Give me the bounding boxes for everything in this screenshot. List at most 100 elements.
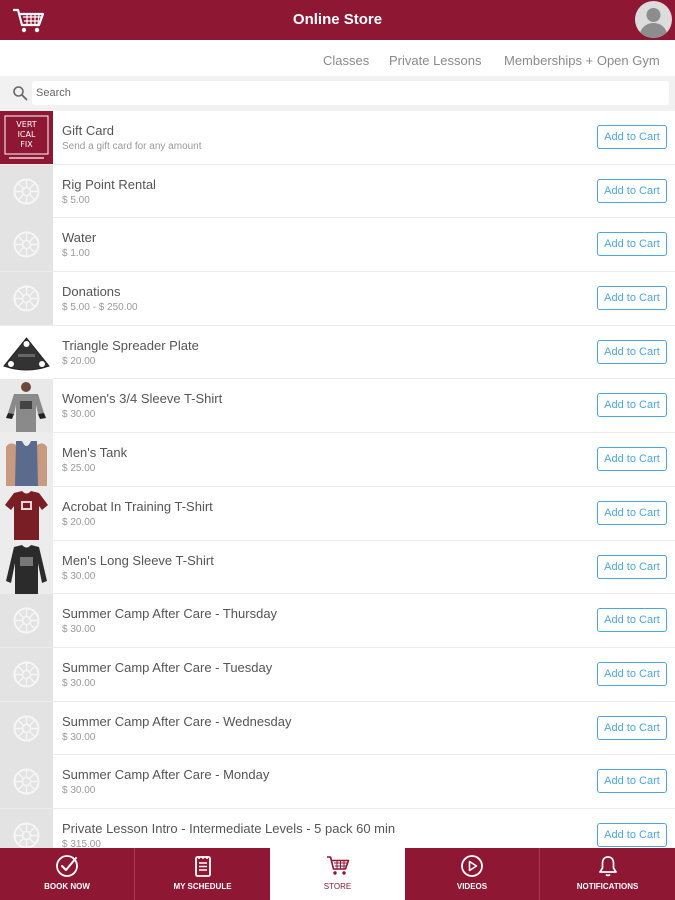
add-to-cart-button[interactable]: Add to Cart — [597, 661, 667, 686]
list-item: Summer Camp After Care - Thursday $ 30.0… — [0, 594, 675, 648]
product-thumbnail — [0, 647, 53, 701]
app-header: Online Store — [0, 0, 675, 40]
page-title: Online Store — [292, 11, 383, 28]
add-to-cart-button[interactable]: Add to Cart — [597, 608, 667, 633]
product-price: $ 5.00 - $ 250.00 — [62, 302, 138, 314]
list-item: Men's Long Sleeve T-Shirt $ 30.00 Add to… — [0, 540, 675, 595]
nav-label: BOOK NOW — [44, 882, 90, 891]
product-thumbnail — [0, 808, 53, 848]
product-price: $ 20.00 — [62, 516, 96, 528]
product-price: $ 1.00 — [62, 248, 90, 260]
product-thumbnail: VERT ICAL FIX — [0, 111, 53, 164]
product-price: Send a gift card for any amount — [62, 141, 202, 152]
list-item: Water $ 1.00 Add to Cart — [0, 218, 675, 273]
product-name: Triangle Spreader Plate — [62, 337, 199, 353]
product-thumbnail — [0, 594, 53, 648]
add-to-cart-button[interactable]: Add to Cart — [597, 339, 667, 364]
search-icon — [13, 86, 28, 101]
search-input[interactable] — [32, 81, 669, 105]
product-name: Men's Long Sleeve T-Shirt — [62, 552, 214, 568]
tab-memberships-open-gym[interactable]: Memberships + Open Gym — [504, 53, 660, 68]
play-circle-icon — [461, 855, 483, 877]
add-to-cart-button[interactable]: Add to Cart — [597, 125, 667, 149]
add-to-cart-button[interactable]: Add to Cart — [597, 822, 667, 847]
add-to-cart-button[interactable]: Add to Cart — [597, 286, 667, 311]
list-item: VERT ICAL FIX Gift Card Send a gift card… — [0, 111, 675, 165]
product-list: VERT ICAL FIX Gift Card Send a gift card… — [0, 111, 675, 848]
nav-label: VIDEOS — [456, 882, 488, 891]
product-thumbnail — [0, 540, 53, 594]
add-to-cart-button[interactable]: Add to Cart — [597, 232, 667, 257]
red-shirt-image — [5, 490, 48, 540]
search-bar — [0, 76, 675, 111]
product-thumbnail — [0, 755, 53, 809]
product-name: Women's 3/4 Sleeve T-Shirt — [62, 391, 223, 407]
nav-label: MY SCHEDULE — [173, 882, 232, 891]
shopping-cart-icon — [326, 856, 349, 875]
mens-tank-image — [6, 441, 47, 487]
add-to-cart-button[interactable]: Add to Cart — [597, 769, 667, 794]
user-avatar-icon[interactable] — [635, 1, 672, 38]
product-price: $ 30.00 — [62, 570, 96, 582]
product-name: Gift Card — [62, 123, 115, 138]
product-price: $ 30.00 — [62, 785, 96, 797]
add-to-cart-button[interactable]: Add to Cart — [597, 500, 667, 525]
add-to-cart-button[interactable]: Add to Cart — [597, 178, 667, 203]
product-name: Summer Camp After Care - Thursday — [62, 606, 278, 622]
product-price: $ 30.00 — [62, 731, 96, 743]
category-tabs: Classes Private Lessons Memberships + Op… — [0, 40, 675, 76]
nav-book-now[interactable]: BOOK NOW — [0, 848, 135, 900]
placeholder-image-icon — [13, 661, 40, 688]
product-thumbnail — [0, 218, 53, 272]
list-item: Triangle Spreader Plate $ 20.00 Add to C… — [0, 325, 675, 380]
product-name: Private Lesson Intro - Intermediate Leve… — [62, 820, 396, 836]
svg-text:ICAL: ICAL — [18, 130, 36, 139]
placeholder-image-icon — [13, 285, 40, 312]
add-to-cart-button[interactable]: Add to Cart — [597, 393, 667, 418]
check-circle-icon — [56, 855, 78, 877]
list-item: Donations $ 5.00 - $ 250.00 Add to Cart — [0, 272, 675, 326]
placeholder-image-icon — [13, 822, 40, 848]
product-name: Men's Tank — [62, 445, 128, 461]
product-thumbnail — [0, 325, 53, 379]
nav-videos[interactable]: VIDEOS — [405, 848, 540, 900]
product-name: Rig Point Rental — [62, 176, 156, 192]
list-item: Summer Camp After Care - Wednesday $ 30.… — [0, 701, 675, 756]
list-item: Rig Point Rental $ 5.00 Add to Cart — [0, 164, 675, 219]
nav-notifications[interactable]: NOTIFICATIONS — [540, 848, 675, 900]
add-to-cart-button[interactable]: Add to Cart — [597, 447, 667, 472]
tab-private-lessons[interactable]: Private Lessons — [389, 53, 482, 68]
product-price: $ 30.00 — [62, 409, 96, 421]
list-item: Summer Camp After Care - Tuesday $ 30.00… — [0, 647, 675, 702]
spreader-plate-image — [3, 336, 50, 371]
list-item: Women's 3/4 Sleeve T-Shirt $ 30.00 Add t… — [0, 379, 675, 434]
product-thumbnail — [0, 486, 53, 540]
placeholder-image-icon — [13, 607, 40, 634]
nav-my-schedule[interactable]: MY SCHEDULE — [135, 848, 270, 900]
svg-text:VERT: VERT — [16, 120, 37, 129]
product-thumbnail — [0, 433, 53, 487]
list-item: Acrobat In Training T-Shirt $ 20.00 Add … — [0, 486, 675, 541]
nav-store[interactable]: STORE — [270, 848, 405, 900]
list-item: Men's Tank $ 25.00 Add to Cart — [0, 433, 675, 487]
add-to-cart-button[interactable]: Add to Cart — [597, 715, 667, 740]
product-name: Water — [62, 230, 97, 246]
product-price: $ 25.00 — [62, 463, 96, 475]
add-to-cart-button[interactable]: Add to Cart — [597, 554, 667, 579]
product-thumbnail — [0, 272, 53, 326]
placeholder-image-icon — [13, 715, 40, 742]
bottom-nav: BOOK NOW MY SCHEDULE STORE VIDEOS NOTIFI… — [0, 848, 675, 900]
tab-classes[interactable]: Classes — [323, 53, 369, 68]
product-price: $ 5.00 — [62, 194, 90, 206]
product-price: $ 20.00 — [62, 355, 96, 367]
placeholder-image-icon — [13, 178, 40, 205]
product-price: $ 30.00 — [62, 677, 96, 689]
product-thumbnail — [0, 164, 53, 218]
placeholder-image-icon — [13, 768, 40, 795]
list-item: Private Lesson Intro - Intermediate Leve… — [0, 808, 675, 848]
svg-text:FIX: FIX — [20, 140, 33, 149]
product-thumbnail — [0, 379, 53, 433]
long-sleeve-shirt-image — [6, 544, 47, 594]
product-name: Acrobat In Training T-Shirt — [62, 498, 213, 514]
shopping-cart-icon[interactable] — [12, 8, 46, 34]
